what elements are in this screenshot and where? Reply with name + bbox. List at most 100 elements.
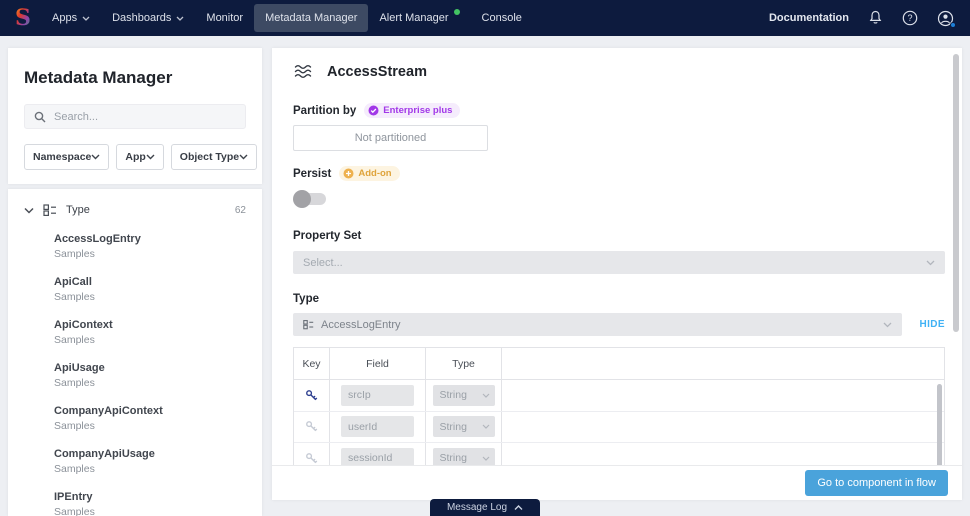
nav-item[interactable]: Apps	[41, 4, 101, 32]
tree-item-name: ApiContext	[54, 319, 113, 331]
svg-text:?: ?	[907, 13, 912, 23]
nav-item-label: Apps	[52, 12, 78, 24]
search-placeholder: Search...	[54, 110, 99, 123]
filter-dropdown[interactable]: App	[116, 144, 164, 170]
user-status-dot	[950, 21, 956, 28]
table-row: userId String	[294, 411, 944, 443]
field-name-input[interactable]: srcIp	[341, 384, 414, 406]
tree-item[interactable]: AccessLogEntry Samples	[54, 233, 262, 260]
key-icon[interactable]	[305, 452, 318, 465]
hide-link[interactable]: HIDE	[920, 319, 946, 330]
nav-item-label: Monitor	[206, 12, 244, 24]
tree-item-name: IPEntry	[54, 491, 93, 503]
nav-item-label: Metadata Manager	[265, 12, 358, 24]
field-name-input[interactable]: userId	[341, 416, 414, 438]
detail-panel: AccessStream Partition by Enterprise plu…	[272, 48, 962, 500]
caret-down-icon	[176, 16, 184, 21]
filter-row: Namespace App Object Type	[24, 144, 258, 170]
key-icon[interactable]	[305, 389, 318, 402]
tree-group-type[interactable]: Type 62	[8, 189, 262, 225]
stream-icon	[294, 65, 312, 78]
persist-label: Persist	[293, 167, 332, 180]
property-set-label: Property Set	[293, 230, 362, 242]
sidebar-tree-panel: Type 62 AccessLogEntry Samples ApiCall S…	[8, 189, 262, 516]
nav-item-label: Dashboards	[112, 12, 172, 24]
detail-content: AccessStream Partition by Enterprise plu…	[272, 48, 962, 465]
component-title: AccessStream	[327, 63, 427, 80]
toggle-knob	[293, 190, 311, 208]
message-log-button[interactable]: Message Log	[430, 499, 540, 516]
chevron-down-icon	[239, 154, 248, 160]
nav-menu: Apps Dashboards Monitor Metadata Manager	[41, 0, 533, 36]
tree-item-name: CompanyApiUsage	[54, 448, 155, 460]
chevron-down-icon	[482, 456, 489, 461]
persist-toggle[interactable]	[293, 190, 327, 208]
tree-item-namespace: Samples	[54, 506, 95, 516]
user-profile-icon[interactable]	[937, 10, 956, 28]
field-type-select[interactable]: String	[432, 384, 495, 406]
type-select[interactable]: AccessLogEntry	[293, 313, 902, 336]
tree-item[interactable]: CompanyApiContext Samples	[54, 405, 262, 432]
nav-item[interactable]: Console	[471, 4, 533, 32]
tree-item-list: AccessLogEntry Samples ApiCall Samples A…	[8, 233, 262, 516]
search-input[interactable]: Search...	[24, 104, 246, 129]
enterprise-badge-icon	[368, 105, 379, 116]
type-label: Type	[293, 293, 319, 305]
component-header: AccessStream	[293, 63, 945, 80]
nav-item[interactable]: Monitor	[195, 4, 254, 32]
nav-item[interactable]: Metadata Manager	[254, 4, 369, 32]
tree-item[interactable]: ApiContext Samples	[54, 319, 262, 346]
column-header-field: Field	[330, 348, 426, 379]
filter-dropdown[interactable]: Object Type	[170, 144, 258, 170]
chevron-up-icon	[514, 504, 523, 510]
field-type-select[interactable]: String	[432, 416, 495, 438]
tree-item[interactable]: ApiCall Samples	[54, 276, 262, 303]
type-list-icon	[43, 204, 56, 217]
nav-item-label: Alert Manager	[379, 12, 449, 24]
type-list-icon	[303, 320, 314, 330]
enterprise-plus-badge: Enterprise plus	[364, 103, 461, 118]
add-on-badge: Add-on	[339, 166, 400, 181]
property-set-select[interactable]: Select...	[293, 251, 945, 274]
filter-label: Object Type	[179, 151, 240, 163]
chevron-down-icon	[146, 154, 155, 160]
chevron-down-icon	[883, 322, 891, 327]
partition-value-box[interactable]: Not partitioned	[293, 125, 488, 151]
striim-logo-icon[interactable]: S	[13, 5, 33, 31]
table-row: sessionId String	[294, 443, 944, 465]
nav-item[interactable]: Dashboards	[101, 4, 195, 32]
filter-label: Namespace	[33, 151, 92, 163]
tree-item-name: CompanyApiContext	[54, 405, 163, 417]
nav-item[interactable]: Alert Manager	[368, 4, 470, 32]
table-header-row: Key Field Type	[294, 348, 944, 380]
key-icon[interactable]	[305, 420, 318, 433]
column-header-type: Type	[426, 348, 502, 379]
property-set-placeholder: Select...	[303, 256, 343, 269]
column-header-key: Key	[294, 348, 330, 379]
filter-label: App	[125, 151, 146, 163]
type-select-value: AccessLogEntry	[321, 318, 401, 331]
tree-item[interactable]: CompanyApiUsage Samples	[54, 448, 262, 475]
column-header-empty	[502, 348, 944, 379]
caret-down-icon	[82, 16, 90, 21]
notifications-bell-icon[interactable]	[868, 10, 883, 26]
field-name-input[interactable]: sessionId	[341, 447, 414, 465]
add-on-badge-icon	[343, 168, 354, 179]
tree-item-namespace: Samples	[54, 334, 95, 346]
panel-scrollbar[interactable]	[953, 54, 959, 332]
field-type-select[interactable]: String	[432, 447, 495, 465]
search-icon	[34, 111, 46, 122]
table-scrollbar[interactable]	[937, 384, 942, 465]
tree-item-name: ApiUsage	[54, 362, 105, 374]
nav-item-label: Console	[481, 12, 522, 24]
tree-item-name: AccessLogEntry	[54, 233, 141, 245]
go-to-component-button[interactable]: Go to component in flow	[805, 470, 948, 496]
tree-item[interactable]: IPEntry Samples	[54, 491, 262, 516]
documentation-link[interactable]: Documentation	[769, 12, 849, 24]
chevron-down-icon	[24, 207, 34, 214]
tree-item-namespace: Samples	[54, 420, 95, 432]
help-icon[interactable]: ?	[902, 10, 918, 26]
tree-item[interactable]: ApiUsage Samples	[54, 362, 262, 389]
chevron-down-icon	[926, 260, 935, 265]
filter-dropdown[interactable]: Namespace	[24, 144, 110, 170]
